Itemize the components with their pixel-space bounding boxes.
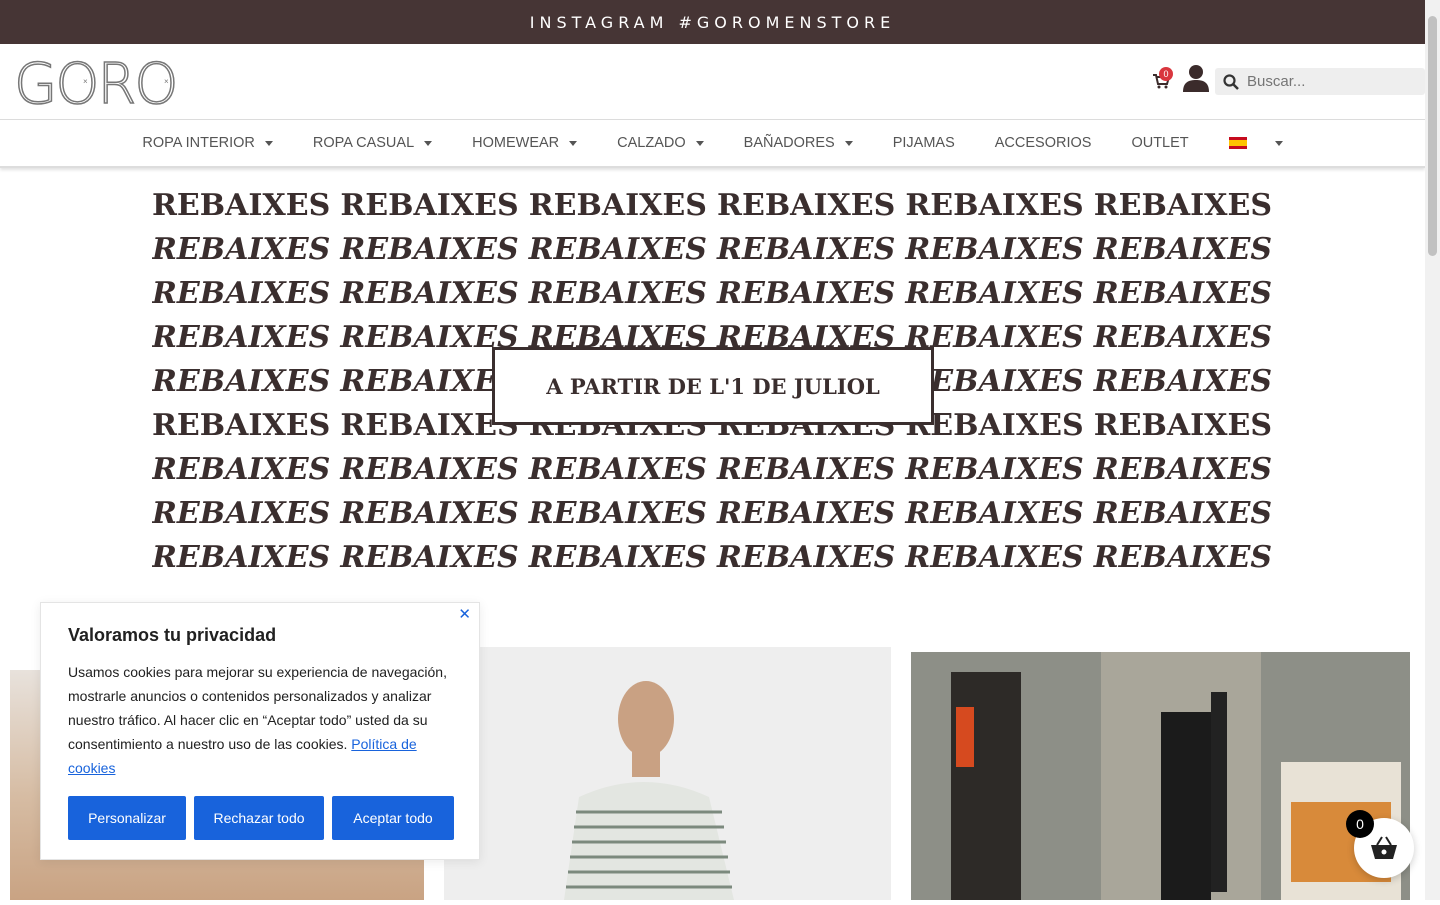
nav-homewear[interactable]: HOMEWEAR [452, 135, 597, 151]
spain-flag-icon [1228, 137, 1247, 149]
chevron-down-icon [844, 140, 853, 146]
banner-word: REBAIXES [905, 188, 1084, 223]
banner-word: REBAIXES [1093, 320, 1272, 355]
nav-pijamas[interactable]: PIJAMAS [873, 135, 975, 151]
banner-word: REBAIXES [152, 408, 331, 443]
chevron-down-icon [569, 140, 578, 146]
banner-word: REBAIXES [528, 452, 707, 487]
banner-word: REBAIXES [1093, 276, 1272, 311]
banner-word: REBAIXES [528, 276, 707, 311]
language-selector[interactable] [1209, 137, 1303, 149]
svg-text:×: × [83, 77, 88, 86]
banner-word: REBAIXES [905, 232, 1084, 267]
banner-word: REBAIXES [152, 364, 331, 399]
store-interior-image[interactable] [911, 652, 1410, 900]
banner-word: REBAIXES [1093, 232, 1272, 267]
nav-ropa-interior[interactable]: ROPA INTERIOR [122, 135, 293, 151]
nav-banadores[interactable]: BAÑADORES [724, 135, 873, 151]
cart-count-badge: 0 [1159, 67, 1173, 81]
chevron-down-icon [424, 140, 433, 146]
banner-row: REBAIXES REBAIXES REBAIXES REBAIXES REBAIXES… [152, 184, 1272, 228]
banner-row: REBAIXES REBAIXES REBAIXES REBAIXES REBAIXES… [152, 492, 1272, 536]
basket-icon [1371, 836, 1397, 859]
banner-word: REBAIXES [717, 540, 896, 575]
banner-word: REBAIXES [905, 276, 1084, 311]
chevron-down-icon [695, 140, 704, 146]
banner-word: REBAIXES [528, 496, 707, 531]
banner-word: REBAIXES [1093, 188, 1272, 223]
banner-word: REBAIXES [1093, 452, 1272, 487]
search-input[interactable] [1247, 73, 1417, 90]
nav-outlet[interactable]: OUTLET [1111, 135, 1208, 151]
sales-banner[interactable]: REBAIXES REBAIXES REBAIXES REBAIXES REBAIXES… [152, 184, 1272, 588]
banner-word: REBAIXES [340, 540, 519, 575]
banner-word: REBAIXES [152, 188, 331, 223]
user-account-icon[interactable] [1183, 64, 1209, 92]
main-navigation: ROPA INTERIOR ROPA CASUAL HOMEWEAR CALZA… [0, 120, 1425, 168]
banner-word: REBAIXES [1093, 408, 1272, 443]
svg-text:GORO: GORO [14, 58, 176, 106]
polo-model-image[interactable] [444, 647, 891, 900]
cookie-consent-dialog: ✕ Valoramos tu privacidad Usamos cookies… [40, 602, 480, 860]
instagram-topbar[interactable]: INSTAGRAM #GOROMENSTORE [0, 0, 1425, 44]
banner-word: REBAIXES [905, 452, 1084, 487]
banner-word: REBAIXES [152, 232, 331, 267]
banner-word: REBAIXES [717, 452, 896, 487]
banner-row: REBAIXES REBAIXES REBAIXES REBAIXES REBAIXES… [152, 272, 1272, 316]
banner-word: REBAIXES [340, 232, 519, 267]
svg-text:×: × [164, 77, 169, 86]
banner-word: REBAIXES [152, 276, 331, 311]
banner-word: REBAIXES [1093, 540, 1272, 575]
banner-word: REBAIXES [1093, 496, 1272, 531]
banner-row: REBAIXES REBAIXES REBAIXES REBAIXES REBAIXES… [152, 536, 1272, 580]
banner-word: REBAIXES [152, 496, 331, 531]
search-box[interactable] [1215, 68, 1425, 95]
search-icon [1223, 73, 1239, 90]
banner-word: REBAIXES [340, 276, 519, 311]
banner-word: REBAIXES [340, 452, 519, 487]
banner-word: REBAIXES [152, 540, 331, 575]
site-header: GORO × × [0, 44, 1425, 120]
banner-word: REBAIXES [717, 496, 896, 531]
banner-word: REBAIXES [1093, 364, 1272, 399]
goro-logo[interactable]: GORO × × [14, 58, 192, 106]
scrollbar-thumb[interactable] [1428, 16, 1437, 256]
banner-word: REBAIXES [340, 496, 519, 531]
nav-calzado[interactable]: CALZADO [597, 135, 724, 151]
banner-word: REBAIXES [717, 188, 896, 223]
banner-word: REBAIXES [528, 188, 707, 223]
banner-word: REBAIXES [152, 320, 331, 355]
nav-ropa-casual[interactable]: ROPA CASUAL [293, 135, 452, 151]
banner-word: REBAIXES [717, 232, 896, 267]
chevron-down-icon [1274, 140, 1283, 146]
banner-word: REBAIXES [340, 188, 519, 223]
topbar-text: INSTAGRAM #GOROMENSTORE [529, 12, 896, 32]
banner-word: REBAIXES [905, 496, 1084, 531]
cookie-body: Usamos cookies para mejorar su experienc… [68, 664, 447, 776]
close-icon[interactable]: ✕ [458, 605, 471, 623]
floating-cart-count: 0 [1346, 810, 1374, 838]
accept-all-button[interactable]: Aceptar todo [332, 796, 454, 840]
banner-word: REBAIXES [528, 232, 707, 267]
banner-date-box: A PARTIR DE L'1 DE JULIOL [492, 347, 934, 425]
reject-all-button[interactable]: Rechazar todo [194, 796, 324, 840]
banner-word: REBAIXES [152, 452, 331, 487]
banner-word: REBAIXES [717, 276, 896, 311]
banner-row: REBAIXES REBAIXES REBAIXES REBAIXES REBAIXES… [152, 448, 1272, 492]
chevron-down-icon [264, 140, 273, 146]
cookie-title: Valoramos tu privacidad [68, 625, 277, 645]
customize-button[interactable]: Personalizar [68, 796, 186, 840]
banner-row: REBAIXES REBAIXES REBAIXES REBAIXES REBAIXES… [152, 228, 1272, 272]
nav-accesorios[interactable]: ACCESORIOS [975, 135, 1112, 151]
banner-word: REBAIXES [905, 540, 1084, 575]
banner-word: REBAIXES [528, 540, 707, 575]
